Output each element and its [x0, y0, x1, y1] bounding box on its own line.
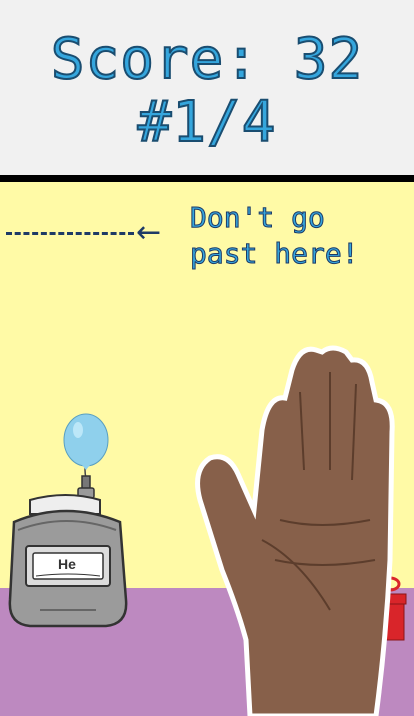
scene-art	[8, 345, 407, 716]
tank-label: He	[58, 556, 76, 572]
player-hand	[195, 345, 395, 716]
balloon[interactable]	[63, 413, 109, 479]
helium-tank	[8, 475, 128, 628]
